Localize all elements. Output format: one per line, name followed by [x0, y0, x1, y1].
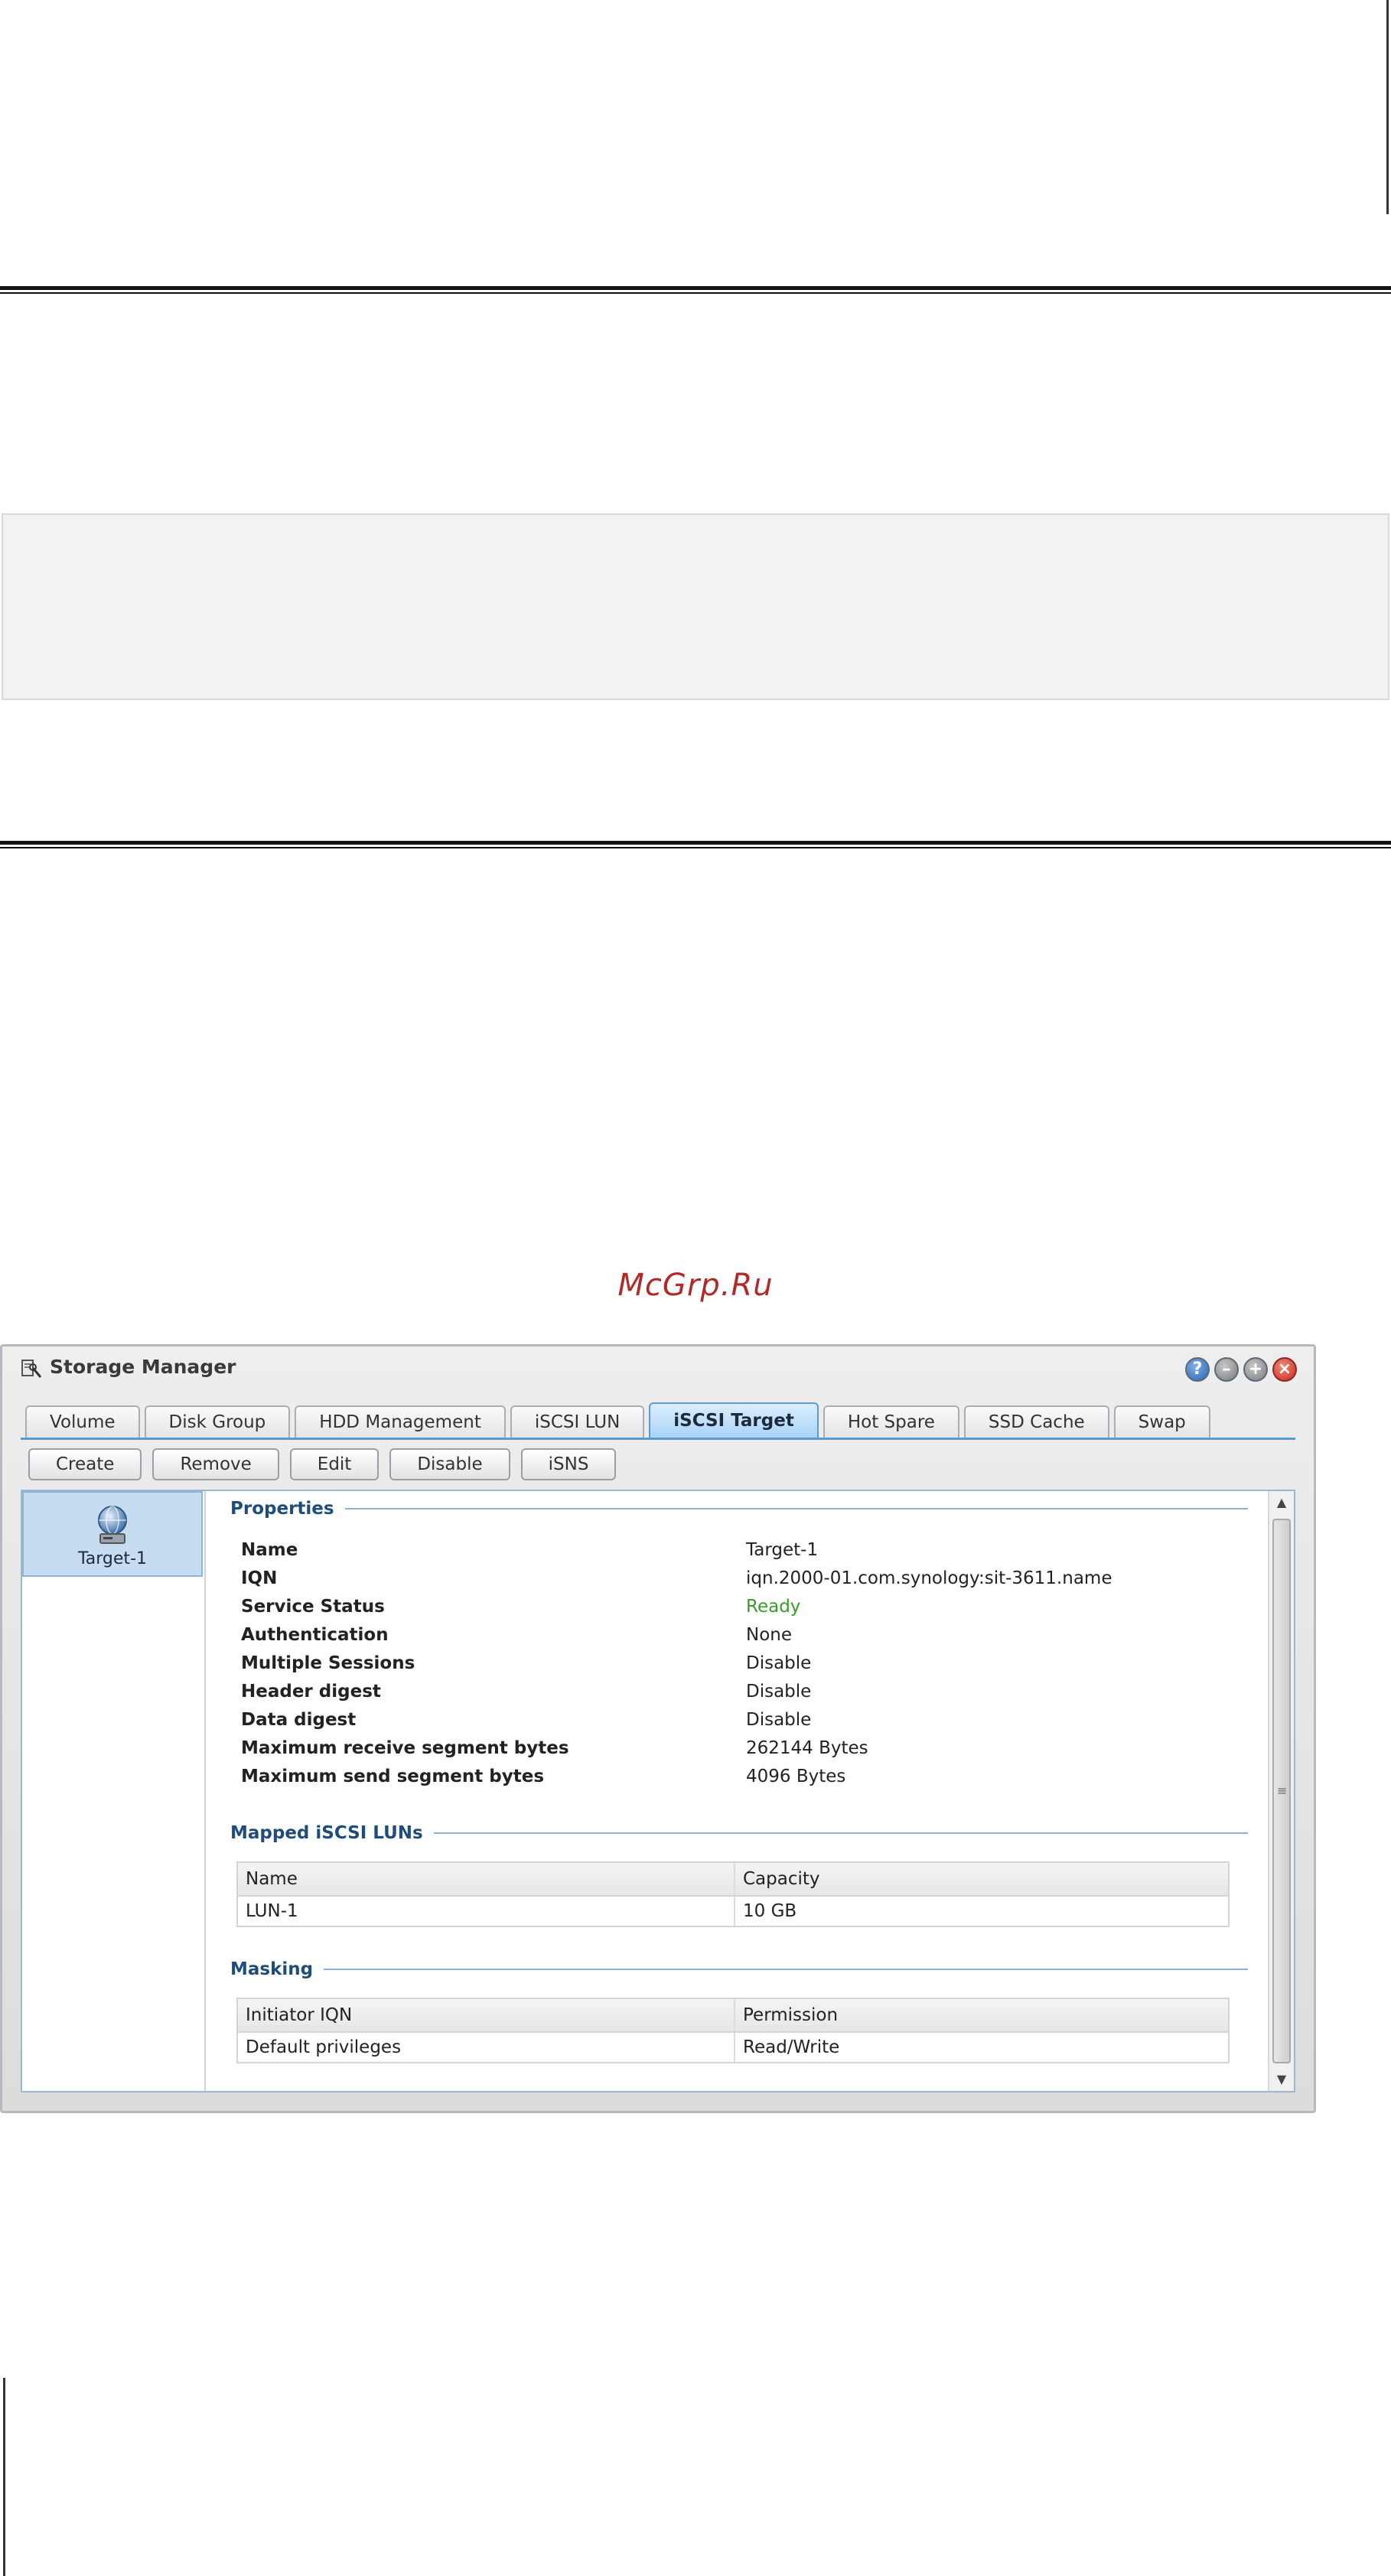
disable-button[interactable]: Disable	[389, 1448, 510, 1480]
note-box	[2, 513, 1389, 700]
grip-icon: ≡	[1277, 1783, 1288, 1798]
property-value: Disable	[746, 1710, 812, 1730]
masking-title-text: Masking	[230, 1959, 314, 1979]
property-row: Service Status Ready	[241, 1597, 1236, 1626]
tab-iscsi-target[interactable]: iSCSI Target	[649, 1402, 819, 1438]
lun-capacity-cell: 10 GB	[743, 1901, 797, 1921]
close-icon[interactable]: ×	[1272, 1357, 1297, 1382]
properties-section-title: Properties	[230, 1499, 1248, 1519]
table-header: Name Capacity	[238, 1863, 1228, 1897]
scroll-up-icon[interactable]: ▲	[1269, 1493, 1294, 1513]
tab-hdd-management[interactable]: HDD Management	[295, 1405, 506, 1438]
property-label: IQN	[241, 1568, 278, 1588]
content-panel: Target-1 Properties Name Target-1 IQN iq…	[21, 1490, 1295, 2092]
table-row[interactable]: LUN-1 10 GB	[238, 1897, 1228, 1926]
property-label: Maximum send segment bytes	[241, 1767, 545, 1786]
double-rule-top	[0, 286, 1391, 294]
table-row[interactable]: Default privileges Read/Write	[238, 2033, 1228, 2062]
maximize-icon[interactable]: +	[1243, 1357, 1268, 1382]
property-label: Header digest	[241, 1682, 381, 1702]
properties-title-text: Properties	[230, 1499, 334, 1519]
scroll-down-icon[interactable]: ▼	[1269, 2070, 1294, 2089]
masking-section-title: Masking	[230, 1959, 1248, 1979]
section-divider	[324, 1969, 1248, 1970]
property-value: Target-1	[746, 1540, 819, 1560]
double-rule-middle	[0, 841, 1391, 848]
mapped-luns-title-text: Mapped iSCSI LUNs	[230, 1823, 423, 1843]
property-label: Name	[241, 1540, 298, 1560]
title-bar[interactable]: Storage Manager ? – + ×	[2, 1347, 1314, 1385]
tab-iscsi-lun[interactable]: iSCSI LUN	[510, 1405, 645, 1438]
vertical-scrollbar[interactable]: ▲ ≡ ▼	[1268, 1491, 1294, 2091]
property-row: Data digest Disable	[241, 1710, 1236, 1739]
tab-underline	[21, 1438, 1295, 1440]
mapped-luns-table: Name Capacity LUN-1 10 GB	[236, 1861, 1230, 1927]
property-row: Header digest Disable	[241, 1682, 1236, 1711]
initiator-cell: Default privileges	[238, 2033, 735, 2062]
property-value: Disable	[746, 1682, 812, 1702]
tab-swap[interactable]: Swap	[1113, 1405, 1210, 1438]
target-label: Target-1	[78, 1549, 147, 1568]
target-list-item[interactable]: Target-1	[22, 1491, 203, 1577]
property-value: 262144 Bytes	[746, 1738, 868, 1758]
column-header-permission[interactable]: Permission	[735, 1999, 1228, 2031]
section-divider	[344, 1508, 1248, 1509]
status-value: Ready	[746, 1597, 801, 1617]
property-value: 4096 Bytes	[746, 1767, 846, 1786]
property-row: Multiple Sessions Disable	[241, 1653, 1236, 1682]
globe-target-icon	[98, 1506, 127, 1544]
mapped-luns-section-title: Mapped iSCSI LUNs	[230, 1823, 1248, 1843]
column-header-initiator-iqn[interactable]: Initiator IQN	[238, 1999, 735, 2031]
property-value: Disable	[746, 1653, 812, 1673]
margin-bar-top	[1386, 0, 1389, 214]
tab-bar: Volume Disk Group HDD Management iSCSI L…	[25, 1402, 1210, 1439]
property-label: Data digest	[241, 1710, 357, 1730]
margin-bar-bottom	[3, 2378, 5, 2576]
target-list: Target-1	[22, 1491, 206, 2091]
section-divider	[433, 1832, 1248, 1834]
tab-disk-group[interactable]: Disk Group	[144, 1405, 291, 1438]
storage-manager-window: Storage Manager ? – + × Volume Disk Grou…	[0, 1344, 1316, 2113]
window-title: Storage Manager	[50, 1356, 236, 1378]
property-row: IQN iqn.2000-01.com.synology:sit-3611.na…	[241, 1568, 1236, 1597]
help-icon[interactable]: ?	[1185, 1357, 1210, 1382]
window-controls: ? – + ×	[1185, 1357, 1297, 1382]
minimize-icon[interactable]: –	[1214, 1357, 1239, 1382]
property-row: Authentication None	[241, 1625, 1236, 1654]
table-header: Initiator IQN Permission	[238, 1999, 1228, 2033]
tab-ssd-cache[interactable]: SSD Cache	[963, 1405, 1109, 1438]
watermark: McGrp.Ru	[617, 1268, 774, 1303]
edit-button[interactable]: Edit	[289, 1448, 380, 1480]
property-value: None	[746, 1625, 793, 1645]
permission-cell: Read/Write	[743, 2037, 840, 2057]
masking-table: Initiator IQN Permission Default privile…	[236, 1998, 1230, 2063]
tab-hot-spare[interactable]: Hot Spare	[823, 1405, 959, 1438]
isns-button[interactable]: iSNS	[520, 1448, 617, 1480]
property-label: Service Status	[241, 1597, 385, 1617]
property-row: Name Target-1	[241, 1540, 1236, 1569]
column-header-capacity[interactable]: Capacity	[735, 1863, 1228, 1895]
create-button[interactable]: Create	[28, 1448, 142, 1480]
lun-name-cell: LUN-1	[238, 1897, 735, 1926]
property-label: Multiple Sessions	[241, 1653, 415, 1673]
property-value: iqn.2000-01.com.synology:sit-3611.name	[746, 1568, 1112, 1588]
property-row: Maximum receive segment bytes 262144 Byt…	[241, 1738, 1236, 1767]
column-header-name[interactable]: Name	[238, 1863, 735, 1895]
scrollbar-thumb[interactable]: ≡	[1272, 1519, 1291, 2063]
toolbar: Create Remove Edit Disable iSNS	[28, 1448, 617, 1480]
tab-volume[interactable]: Volume	[25, 1405, 140, 1438]
property-label: Authentication	[241, 1625, 389, 1645]
details-pane: Properties Name Target-1 IQN iqn.2000-01…	[213, 1491, 1266, 2091]
property-label: Maximum receive segment bytes	[241, 1738, 569, 1758]
storage-manager-icon	[21, 1360, 42, 1378]
property-row: Maximum send segment bytes 4096 Bytes	[241, 1767, 1236, 1796]
remove-button[interactable]: Remove	[152, 1448, 279, 1480]
